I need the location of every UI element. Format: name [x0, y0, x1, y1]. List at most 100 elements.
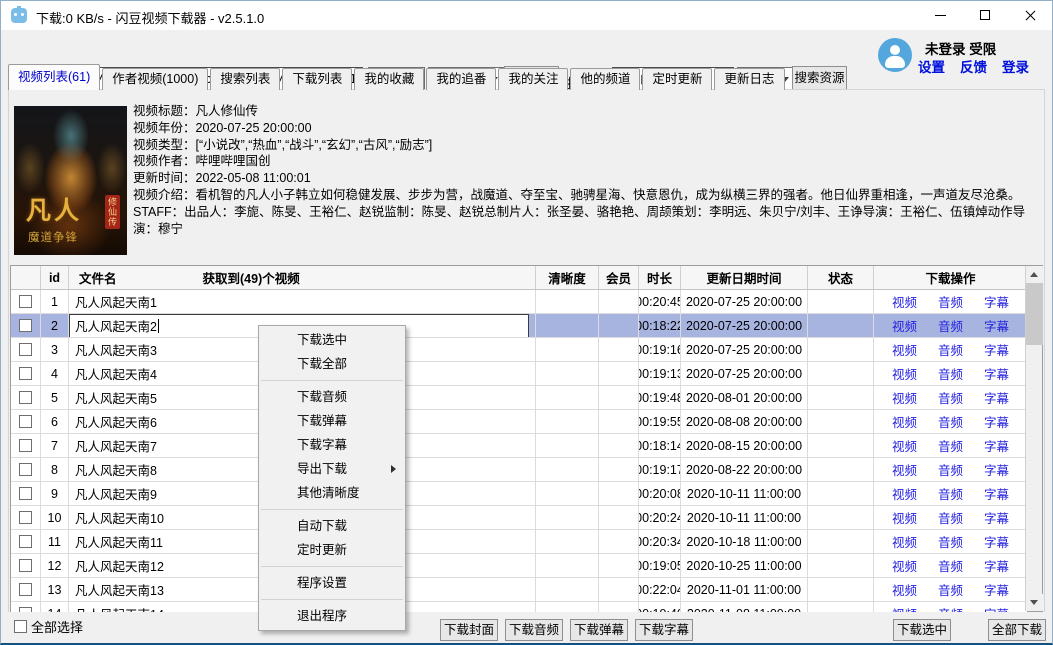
table-row[interactable]: 5凡人风起天南500:19:482020-08-01 20:00:00视频音频字…: [11, 386, 1027, 410]
video-link[interactable]: 视频: [892, 508, 917, 527]
feedback-link[interactable]: 反馈: [960, 56, 987, 76]
scroll-up-icon[interactable]: [1026, 266, 1043, 283]
table-row[interactable]: 10凡人风起天南1000:20:242020-10-11 11:00:00视频音…: [11, 506, 1027, 530]
tab-9[interactable]: 更新日志: [714, 68, 784, 90]
download-danmaku-button[interactable]: 下载弹幕: [570, 619, 628, 641]
subtitle-link[interactable]: 字幕: [984, 604, 1009, 612]
video-link[interactable]: 视频: [892, 604, 917, 612]
minimize-button[interactable]: [918, 0, 963, 30]
tab-4[interactable]: 我的收藏: [354, 68, 424, 90]
settings-link[interactable]: 设置: [918, 56, 945, 76]
table-row[interactable]: 12凡人风起天南1200:19:052020-10-25 11:00:00视频音…: [11, 554, 1027, 578]
select-all[interactable]: 全部选择: [14, 617, 83, 636]
download-all-button[interactable]: 全部下载: [988, 619, 1046, 641]
row-checkbox[interactable]: [19, 391, 32, 404]
row-checkbox[interactable]: [19, 511, 32, 524]
row-checkbox[interactable]: [19, 367, 32, 380]
header-status[interactable]: 状态: [808, 266, 874, 289]
subtitle-link[interactable]: 字幕: [984, 484, 1009, 503]
subtitle-link[interactable]: 字幕: [984, 292, 1009, 311]
tab-7[interactable]: 他的频道: [570, 68, 640, 90]
menu-item-6[interactable]: 导出下载: [259, 457, 405, 481]
header-duration[interactable]: 时长: [639, 266, 681, 289]
row-checkbox[interactable]: [19, 295, 32, 308]
audio-link[interactable]: 音频: [938, 460, 963, 479]
audio-link[interactable]: 音频: [938, 484, 963, 503]
row-checkbox[interactable]: [19, 319, 32, 332]
header-resolution[interactable]: 清晰度: [536, 266, 599, 289]
audio-link[interactable]: 音频: [938, 412, 963, 431]
video-link[interactable]: 视频: [892, 316, 917, 335]
video-link[interactable]: 视频: [892, 556, 917, 575]
menu-item-9[interactable]: 自动下载: [259, 514, 405, 538]
video-link[interactable]: 视频: [892, 340, 917, 359]
table-row[interactable]: 8凡人风起天南800:19:172020-08-22 20:00:00视频音频字…: [11, 458, 1027, 482]
tab-5[interactable]: 我的追番: [426, 68, 496, 90]
select-all-checkbox[interactable]: [14, 620, 27, 633]
audio-link[interactable]: 音频: [938, 604, 963, 612]
audio-link[interactable]: 音频: [938, 340, 963, 359]
video-link[interactable]: 视频: [892, 436, 917, 455]
row-checkbox[interactable]: [19, 415, 32, 428]
row-checkbox[interactable]: [19, 439, 32, 452]
download-subtitle-button[interactable]: 下载字幕: [635, 619, 693, 641]
subtitle-link[interactable]: 字幕: [984, 580, 1009, 599]
download-selected-button[interactable]: 下载选中: [893, 619, 951, 641]
user-avatar[interactable]: [878, 38, 912, 72]
subtitle-link[interactable]: 字幕: [984, 388, 1009, 407]
row-filename[interactable]: 凡人风起天南1: [69, 290, 536, 313]
tab-3[interactable]: 下载列表: [282, 68, 352, 90]
menu-item-5[interactable]: 下载字幕: [259, 433, 405, 457]
table-row[interactable]: 13凡人风起天南1300:22:042020-11-01 11:00:00视频音…: [11, 578, 1027, 602]
video-link[interactable]: 视频: [892, 412, 917, 431]
search-resource-button[interactable]: 搜索资源: [792, 66, 847, 91]
header-filename[interactable]: 文件名 获取到(49)个视频: [69, 266, 536, 289]
tab-1[interactable]: 作者视频(1000): [102, 68, 208, 90]
subtitle-link[interactable]: 字幕: [984, 412, 1009, 431]
video-link[interactable]: 视频: [892, 364, 917, 383]
audio-link[interactable]: 音频: [938, 580, 963, 599]
audio-link[interactable]: 音频: [938, 292, 963, 311]
menu-item-1[interactable]: 下载全部: [259, 352, 405, 376]
table-row[interactable]: 7凡人风起天南700:18:142020-08-15 20:00:00视频音频字…: [11, 434, 1027, 458]
row-checkbox[interactable]: [19, 343, 32, 356]
menu-item-7[interactable]: 其他清晰度: [259, 481, 405, 505]
header-vip[interactable]: 会员: [599, 266, 639, 289]
menu-item-0[interactable]: 下载选中: [259, 328, 405, 352]
vertical-scrollbar[interactable]: [1025, 266, 1042, 611]
download-cover-button[interactable]: 下载封面: [440, 619, 498, 641]
row-checkbox[interactable]: [19, 583, 32, 596]
audio-link[interactable]: 音频: [938, 364, 963, 383]
tab-8[interactable]: 定时更新: [642, 68, 712, 90]
table-row[interactable]: 11凡人风起天南1100:20:342020-10-18 11:00:00视频音…: [11, 530, 1027, 554]
menu-item-12[interactable]: 程序设置: [259, 571, 405, 595]
maximize-button[interactable]: [963, 0, 1008, 30]
video-link[interactable]: 视频: [892, 292, 917, 311]
table-row[interactable]: 6凡人风起天南600:19:552020-08-08 20:00:00视频音频字…: [11, 410, 1027, 434]
audio-link[interactable]: 音频: [938, 436, 963, 455]
table-row[interactable]: 1凡人风起天南100:20:452020-07-25 20:00:00视频音频字…: [11, 290, 1027, 314]
subtitle-link[interactable]: 字幕: [984, 340, 1009, 359]
download-audio-button[interactable]: 下载音频: [505, 619, 563, 641]
row-checkbox[interactable]: [19, 463, 32, 476]
video-link[interactable]: 视频: [892, 580, 917, 599]
table-row[interactable]: 2凡人风起天南200:18:222020-07-25 20:00:00视频音频字…: [11, 314, 1027, 338]
tab-6[interactable]: 我的关注: [498, 68, 568, 90]
table-row[interactable]: 4凡人风起天南400:19:132020-07-25 20:00:00视频音频字…: [11, 362, 1027, 386]
table-row[interactable]: 14凡人风起天南1400:19:402020-11-08 11:00:00视频音…: [11, 602, 1027, 612]
header-download-ops[interactable]: 下载操作: [874, 266, 1027, 289]
menu-item-10[interactable]: 定时更新: [259, 538, 405, 562]
login-link[interactable]: 登录: [1002, 56, 1029, 76]
menu-item-3[interactable]: 下载音频: [259, 385, 405, 409]
scrollbar-thumb[interactable]: [1026, 283, 1043, 345]
tab-2[interactable]: 搜索列表: [210, 68, 280, 90]
video-link[interactable]: 视频: [892, 532, 917, 551]
subtitle-link[interactable]: 字幕: [984, 316, 1009, 335]
row-checkbox[interactable]: [19, 535, 32, 548]
audio-link[interactable]: 音频: [938, 508, 963, 527]
header-id[interactable]: id: [41, 266, 69, 289]
row-checkbox[interactable]: [19, 559, 32, 572]
video-link[interactable]: 视频: [892, 388, 917, 407]
video-link[interactable]: 视频: [892, 484, 917, 503]
subtitle-link[interactable]: 字幕: [984, 436, 1009, 455]
